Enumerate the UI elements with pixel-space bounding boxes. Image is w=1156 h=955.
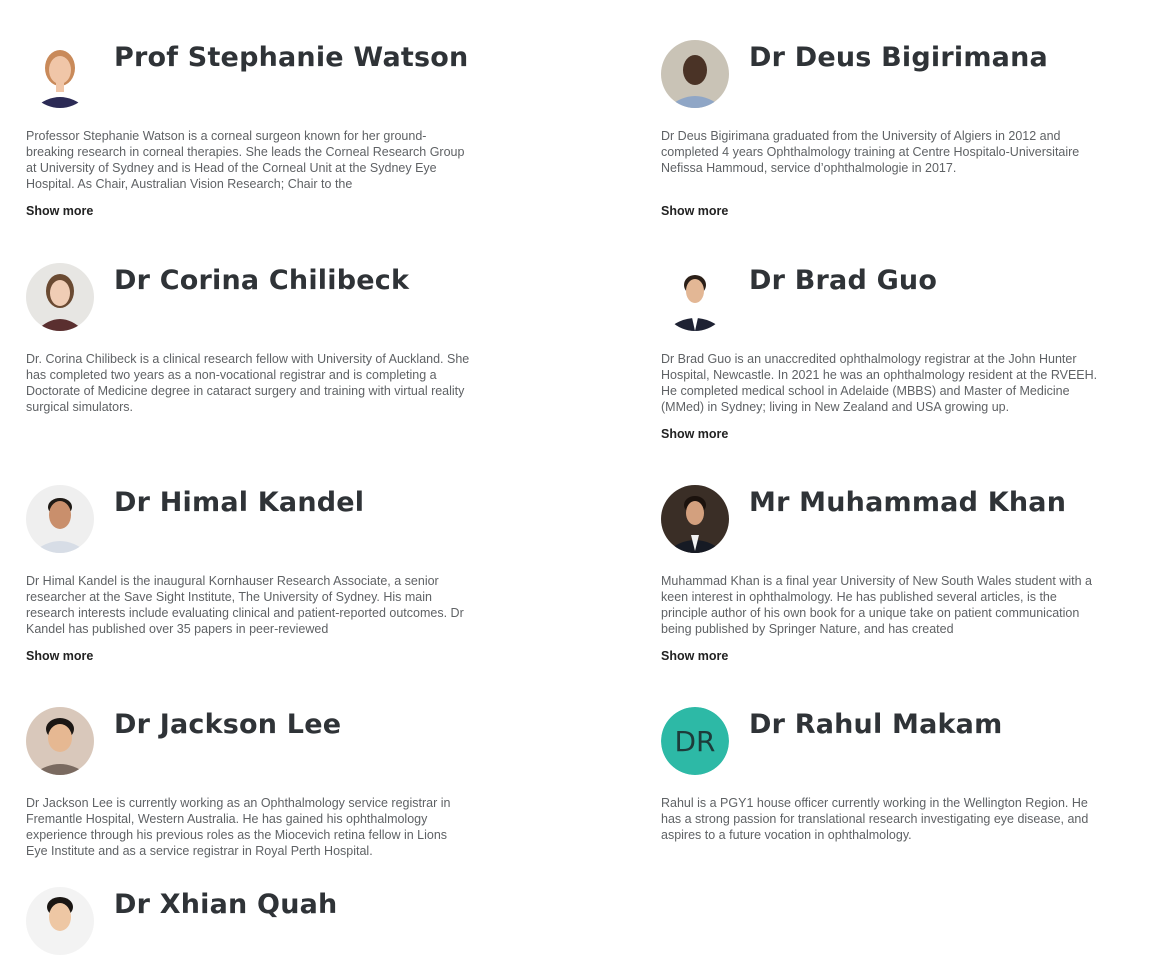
person-name: Prof Stephanie Watson: [114, 42, 469, 73]
person-name: Mr Muhammad Khan: [749, 487, 1067, 518]
person-bio: Dr Brad Guo is an unaccredited ophthalmo…: [661, 352, 1098, 415]
avatar: [26, 40, 94, 108]
person-bio: Rahul is a PGY1 house officer currently …: [661, 796, 1089, 843]
person-bio: Dr Deus Bigirimana graduated from the Un…: [661, 129, 1080, 176]
avatar: DR: [661, 707, 729, 775]
person-name: Dr Corina Chilibeck: [114, 265, 410, 296]
avatar: [26, 887, 94, 955]
show-more-link[interactable]: Show more: [661, 427, 728, 441]
show-more-link[interactable]: Show more: [661, 204, 728, 218]
avatar: [661, 40, 729, 108]
person-bio: Dr. Corina Chilibeck is a clinical resea…: [26, 352, 470, 415]
avatar: [661, 263, 729, 331]
person-name: Dr Jackson Lee: [114, 709, 342, 740]
show-more-link[interactable]: Show more: [26, 204, 93, 218]
avatar: [26, 707, 94, 775]
avatar-initials: DR: [661, 707, 729, 775]
person-bio: Professor Stephanie Watson is a corneal …: [26, 129, 465, 192]
avatar: [26, 263, 94, 331]
avatar: [661, 485, 729, 553]
show-more-link[interactable]: Show more: [661, 649, 728, 663]
person-bio: Dr Jackson Lee is currently working as a…: [26, 796, 451, 859]
person-bio: Muhammad Khan is a final year University…: [661, 574, 1092, 637]
avatar: [26, 485, 94, 553]
person-name: Dr Brad Guo: [749, 265, 938, 296]
person-name: Dr Rahul Makam: [749, 709, 1003, 740]
show-more-link[interactable]: Show more: [26, 649, 93, 663]
person-name: Dr Xhian Quah: [114, 889, 338, 920]
person-name: Dr Himal Kandel: [114, 487, 365, 518]
person-bio: Dr Himal Kandel is the inaugural Kornhau…: [26, 574, 464, 637]
person-name: Dr Deus Bigirimana: [749, 42, 1048, 73]
